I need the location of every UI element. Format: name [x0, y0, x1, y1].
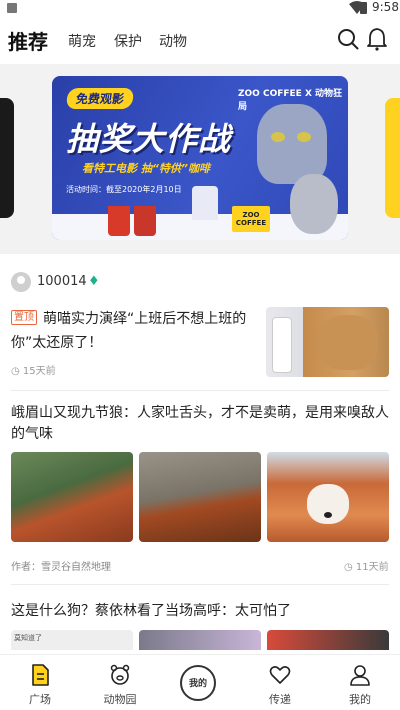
article-thumbnail[interactable] — [266, 307, 389, 377]
nav-label: 我的 — [349, 693, 371, 706]
profile-icon — [350, 665, 370, 686]
red-panda-photo[interactable] — [11, 452, 133, 542]
article-card[interactable]: 置顶 萌喵实力演绎“上班后不想上班的你”太还原了！ ◷ 15天前 — [0, 304, 400, 384]
nav-label: 广场 — [29, 693, 51, 706]
tab-recommend[interactable]: 推荐 — [8, 26, 48, 55]
feed-divider — [11, 584, 389, 585]
carousel-next-slide[interactable] — [385, 98, 400, 218]
tab-animals[interactable]: 动物 — [159, 31, 187, 51]
plaza-icon — [32, 664, 49, 686]
cartoon-mouse-image — [290, 174, 338, 234]
snow-scene-image — [192, 186, 218, 220]
feed-divider — [11, 390, 389, 391]
status-bar: 9:58 — [0, 0, 400, 16]
photo-caption: 莫知道了 — [14, 634, 42, 642]
tab-label: 推荐 — [8, 30, 48, 54]
zoo-coffee-box: ZOO COFFEE — [232, 206, 270, 232]
cartoon-fox-image — [257, 104, 327, 184]
nav-plaza[interactable]: 广场 — [0, 655, 80, 710]
banner-subtitle: 看特工电影 抽“特供”咖啡 — [82, 162, 210, 175]
status-time: 9:58 — [372, 0, 399, 14]
article-title: 萌喵实力演绎“上班后不想上班的你”太还原了！ — [11, 311, 247, 351]
nav-label: 传递 — [269, 693, 291, 706]
nav-zoo[interactable]: 动物园 — [80, 655, 160, 710]
author-id: 100014 — [37, 274, 87, 289]
cat-image — [318, 315, 378, 370]
article-photo[interactable] — [267, 630, 389, 650]
banner-badge: 免费观影 — [65, 88, 135, 109]
center-icon: 我的 — [188, 679, 207, 689]
notification-icon — [7, 3, 17, 13]
red-panda-photo[interactable] — [267, 452, 389, 542]
bottle-image — [272, 317, 292, 373]
article-image-grid: 莫知道了 — [11, 630, 389, 650]
article-time: ◷ 15天前 — [11, 366, 56, 377]
bottom-nav: 广场 动物园 我的 传递 我的 — [0, 654, 400, 710]
coffee-cup-image — [108, 206, 130, 236]
diamond-icon: ♦ — [88, 274, 100, 289]
nav-profile[interactable]: 我的 — [320, 655, 400, 710]
bell-icon[interactable] — [366, 27, 388, 51]
tab-cute-pets[interactable]: 萌宠 — [68, 31, 96, 51]
nav-share[interactable]: 传递 — [240, 655, 320, 710]
article-photo[interactable] — [139, 630, 261, 650]
search-icon[interactable] — [337, 28, 359, 50]
tab-protection[interactable]: 保护 — [114, 31, 142, 51]
article-title: 这是什么狗？蔡依林看了当场高呼：太可怕了 — [11, 603, 291, 619]
article-title: 峨眉山又现九节狼：人家吐舌头，才不是卖萌，是用来嗅敌人的气味 — [11, 405, 389, 442]
carousel-prev-slide[interactable] — [0, 98, 14, 218]
battery-icon — [360, 2, 367, 14]
zoo-icon — [110, 664, 130, 685]
banner-carousel[interactable]: 免费观影 ZOO COFFEE X 动物狂局 抽奖大作战 看特工电影 抽“特供”… — [0, 64, 400, 254]
article-author: 作者：雪灵谷自然地理 — [11, 562, 111, 573]
top-nav: 推荐 萌宠 保护 动物 — [0, 20, 400, 60]
avatar[interactable] — [11, 272, 31, 292]
nav-label: 动物园 — [103, 693, 137, 706]
article-photo[interactable]: 莫知道了 — [11, 630, 133, 650]
article-time: ◷ 11天前 — [344, 562, 389, 573]
nav-center-button[interactable]: 我的 — [180, 665, 216, 701]
coffee-cup-image — [134, 206, 156, 236]
banner-slide[interactable]: 免费观影 ZOO COFFEE X 动物狂局 抽奖大作战 看特工电影 抽“特供”… — [52, 76, 348, 240]
banner-title: 抽奖大作战 — [66, 120, 232, 158]
article-image-grid — [11, 452, 389, 542]
heart-icon — [269, 666, 291, 684]
banner-date: 活动时间：截至2020年2月10日 — [66, 185, 182, 194]
red-panda-photo[interactable] — [139, 452, 261, 542]
